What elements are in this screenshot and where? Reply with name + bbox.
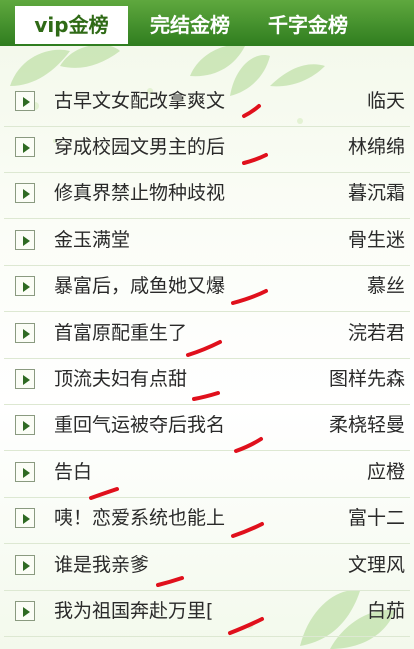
list-item[interactable]: 咦！恋爱系统也能上 富十二: [0, 498, 414, 544]
book-title[interactable]: 暴富后，咸鱼她又爆: [54, 266, 225, 306]
play-arrow-icon[interactable]: [15, 276, 35, 296]
list-item[interactable]: 顶流夫妇有点甜 图样先森: [0, 359, 414, 405]
play-arrow-icon[interactable]: [15, 91, 35, 111]
book-title[interactable]: 金玉满堂: [54, 220, 130, 260]
tab-vip-gold-list[interactable]: vip金榜: [15, 6, 128, 44]
row-divider: [4, 543, 410, 544]
book-author[interactable]: 林绵绵: [348, 127, 405, 167]
book-title[interactable]: 修真界禁止物种歧视: [54, 173, 225, 213]
list-item[interactable]: 我为祖国奔赴万里[ 白茄: [0, 591, 414, 637]
list-item[interactable]: 首富原配重生了 浣若君: [0, 313, 414, 359]
row-divider: [4, 636, 410, 637]
row-divider: [4, 218, 410, 219]
tab-completed-gold-list[interactable]: 完结金榜: [134, 6, 246, 44]
list-item[interactable]: 重回气运被夺后我名 柔桡轻曼: [0, 405, 414, 451]
play-arrow-icon[interactable]: [15, 369, 35, 389]
tab-thousand-char-gold-list[interactable]: 千字金榜: [252, 6, 364, 44]
play-arrow-icon[interactable]: [15, 323, 35, 343]
book-author[interactable]: 慕丝: [367, 266, 405, 306]
play-arrow-icon[interactable]: [15, 508, 35, 528]
list-item[interactable]: 金玉满堂 骨生迷: [0, 220, 414, 266]
row-divider: [4, 450, 410, 451]
list-item[interactable]: 谁是我亲爹 文理风: [0, 545, 414, 591]
book-title[interactable]: 穿成校园文男主的后: [54, 127, 225, 167]
play-arrow-icon[interactable]: [15, 230, 35, 250]
book-author[interactable]: 柔桡轻曼: [329, 405, 405, 445]
play-arrow-icon[interactable]: [15, 462, 35, 482]
tab-bar: vip金榜 完结金榜 千字金榜: [0, 0, 414, 46]
row-divider: [4, 311, 410, 312]
play-arrow-icon[interactable]: [15, 137, 35, 157]
book-author[interactable]: 暮沉霜: [348, 173, 405, 213]
list-item[interactable]: 暴富后，咸鱼她又爆 慕丝: [0, 266, 414, 312]
list-item[interactable]: 穿成校园文男主的后 林绵绵: [0, 127, 414, 173]
book-title[interactable]: 首富原配重生了: [54, 313, 187, 353]
play-arrow-icon[interactable]: [15, 183, 35, 203]
book-title[interactable]: 古早文女配改拿爽文: [54, 81, 225, 121]
play-arrow-icon[interactable]: [15, 555, 35, 575]
book-author[interactable]: 文理风: [348, 545, 405, 585]
book-author[interactable]: 浣若君: [348, 313, 405, 353]
list-item[interactable]: 古早文女配改拿爽文 临天: [0, 81, 414, 127]
list-item[interactable]: 告白 应橙: [0, 452, 414, 498]
book-author[interactable]: 富十二: [348, 498, 405, 538]
ranking-panel: 古早文女配改拿爽文 临天 穿成校园文男主的后 林绵绵 修真界禁止物种歧视 暮沉霜…: [0, 46, 414, 649]
book-author[interactable]: 骨生迷: [348, 220, 405, 260]
play-arrow-icon[interactable]: [15, 601, 35, 621]
book-author[interactable]: 白茄: [367, 591, 405, 631]
book-title[interactable]: 我为祖国奔赴万里[: [54, 591, 213, 631]
book-title[interactable]: 谁是我亲爹: [54, 545, 149, 585]
book-author[interactable]: 应橙: [367, 452, 405, 492]
book-author[interactable]: 临天: [367, 81, 405, 121]
book-title[interactable]: 告白: [54, 452, 92, 492]
book-title[interactable]: 顶流夫妇有点甜: [54, 359, 187, 399]
list-item[interactable]: 修真界禁止物种歧视 暮沉霜: [0, 173, 414, 219]
play-arrow-icon[interactable]: [15, 415, 35, 435]
book-title[interactable]: 重回气运被夺后我名: [54, 405, 225, 445]
book-title[interactable]: 咦！恋爱系统也能上: [54, 498, 225, 538]
book-author[interactable]: 图样先森: [329, 359, 405, 399]
